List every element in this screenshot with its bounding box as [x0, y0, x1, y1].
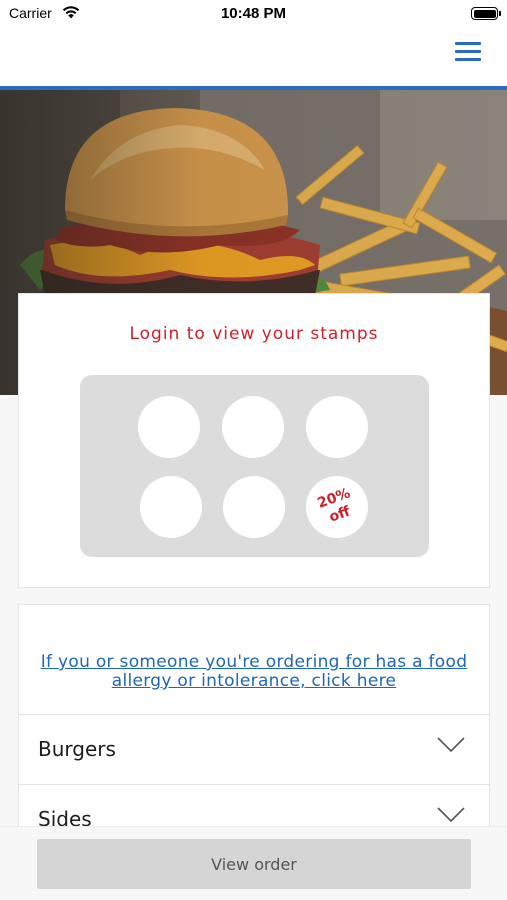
login-to-view-stamps-link[interactable]: Login to view your stamps: [19, 324, 489, 344]
chevron-down-icon: [437, 737, 465, 753]
stamp-slot: [138, 396, 200, 458]
category-burgers[interactable]: Burgers: [19, 714, 489, 784]
category-label: Burgers: [38, 737, 116, 761]
chevron-down-icon: [437, 807, 465, 823]
battery-icon: [471, 7, 501, 20]
reward-stamp: 20% off: [306, 476, 368, 538]
stamp-slot: [222, 396, 284, 458]
stamp-slot: [140, 476, 202, 538]
stamp-card: Login to view your stamps 20% off: [18, 293, 490, 588]
reward-text: 20% off: [302, 480, 372, 533]
stamp-grid: 20% off: [80, 375, 429, 557]
status-bar: Carrier 10:48 PM: [0, 0, 507, 30]
menu-card: If you or someone you're ordering for ha…: [18, 604, 490, 864]
top-bar: [0, 30, 507, 86]
status-time: 10:48 PM: [220, 5, 287, 22]
view-order-button[interactable]: View order: [37, 839, 471, 889]
allergy-info-link[interactable]: If you or someone you're ordering for ha…: [39, 653, 469, 691]
stamp-slot: [223, 476, 285, 538]
stamp-slot: [306, 396, 368, 458]
bottom-bar: View order: [0, 826, 507, 900]
hamburger-menu-icon[interactable]: [455, 39, 483, 65]
